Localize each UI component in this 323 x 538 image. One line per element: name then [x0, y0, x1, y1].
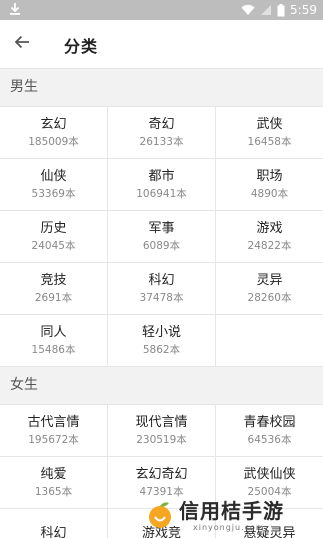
category-count: 6089本 [142, 239, 181, 252]
watermark-subtext: xinyongju.com [193, 523, 265, 532]
category-name: 灵异 [256, 272, 283, 288]
category-item[interactable]: 武侠 16458本 [216, 107, 323, 158]
page-title: 分类 [64, 37, 99, 56]
category-count: 28260本 [247, 291, 292, 304]
category-name: 职场 [256, 168, 283, 184]
category-item[interactable]: 纯爱 1365本 [0, 457, 107, 508]
category-list[interactable]: 男生 玄幻 185009本 奇幻 26133本 武侠 16458本 仙侠 53369本 … [0, 69, 323, 538]
category-count: 24045本 [31, 239, 76, 252]
category-name: 青春校园 [243, 414, 296, 430]
section-header-female: 女生 [0, 367, 323, 404]
category-item[interactable]: 历史 24045本 [0, 211, 107, 262]
empty-cell [216, 315, 323, 366]
category-count: 64536本 [247, 433, 292, 446]
category-count: 37478本 [139, 291, 184, 304]
category-name: 仙侠 [40, 168, 67, 184]
category-item[interactable]: 青春校园 64536本 [216, 405, 323, 456]
category-item[interactable]: 游戏 24822本 [216, 211, 323, 262]
category-item[interactable]: 仙侠 53369本 [0, 159, 107, 210]
category-name: 轻小说 [141, 324, 181, 340]
category-count: 1365本 [34, 485, 73, 498]
category-count: 185009本 [28, 135, 79, 148]
category-count: 2691本 [34, 291, 73, 304]
arrow-left-icon [13, 33, 31, 55]
category-name: 军事 [148, 220, 175, 236]
category-name: 古代言情 [27, 414, 80, 430]
category-name: 武侠仙侠 [243, 466, 296, 482]
signal-icon [260, 4, 272, 16]
category-count: 4890本 [250, 187, 289, 200]
category-item[interactable]: 同人 15486本 [0, 315, 107, 366]
category-item[interactable]: 科幻 37478本 [108, 263, 215, 314]
category-count: 195672本 [28, 433, 79, 446]
app-bar: 分类 [0, 20, 323, 69]
category-count: 230519本 [136, 433, 187, 446]
category-item[interactable]: 竞技 2691本 [0, 263, 107, 314]
download-icon [8, 2, 22, 16]
category-item[interactable]: 都市 106941本 [108, 159, 215, 210]
category-name: 纯爱 [40, 466, 67, 482]
category-name: 都市 [148, 168, 175, 184]
category-item[interactable]: 玄幻 185009本 [0, 107, 107, 158]
category-name: 玄幻 [40, 116, 67, 132]
category-name: 现代言情 [135, 414, 188, 430]
status-bar: 5:59 [0, 0, 323, 20]
category-count: 24822本 [247, 239, 292, 252]
status-time: 5:59 [290, 3, 317, 17]
category-count: 16458本 [247, 135, 292, 148]
category-count: 26133本 [139, 135, 184, 148]
category-name: 武侠 [256, 116, 283, 132]
category-item[interactable]: 职场 4890本 [216, 159, 323, 210]
category-item[interactable]: 古代言情 195672本 [0, 405, 107, 456]
category-name: 科幻 [40, 526, 67, 538]
category-item[interactable]: 灵异 28260本 [216, 263, 323, 314]
category-count: 5862本 [142, 343, 181, 356]
category-count: 53369本 [31, 187, 76, 200]
category-name: 科幻 [148, 272, 175, 288]
category-item[interactable]: 现代言情 230519本 [108, 405, 215, 456]
wifi-icon [241, 4, 255, 16]
category-item[interactable]: 科幻 [0, 509, 107, 538]
category-item[interactable]: 轻小说 5862本 [108, 315, 215, 366]
category-count: 15486本 [31, 343, 76, 356]
category-name: 游戏 [256, 220, 283, 236]
category-name: 同人 [40, 324, 67, 340]
category-name: 奇幻 [148, 116, 175, 132]
category-count: 106941本 [136, 187, 187, 200]
section-header-male: 男生 [0, 69, 323, 106]
back-button[interactable] [10, 32, 34, 56]
category-item[interactable]: 奇幻 26133本 [108, 107, 215, 158]
orange-logo-icon [145, 500, 175, 530]
category-name: 竞技 [40, 272, 67, 288]
watermark: 信用桔手游 xinyongju.com [145, 498, 317, 534]
battery-icon [277, 3, 285, 17]
category-grid-male: 玄幻 185009本 奇幻 26133本 武侠 16458本 仙侠 53369本 都市 1… [0, 106, 323, 367]
category-item[interactable]: 军事 6089本 [108, 211, 215, 262]
category-name: 玄幻奇幻 [135, 466, 188, 482]
watermark-text: 信用桔手游 [179, 499, 284, 523]
category-name: 历史 [40, 220, 67, 236]
